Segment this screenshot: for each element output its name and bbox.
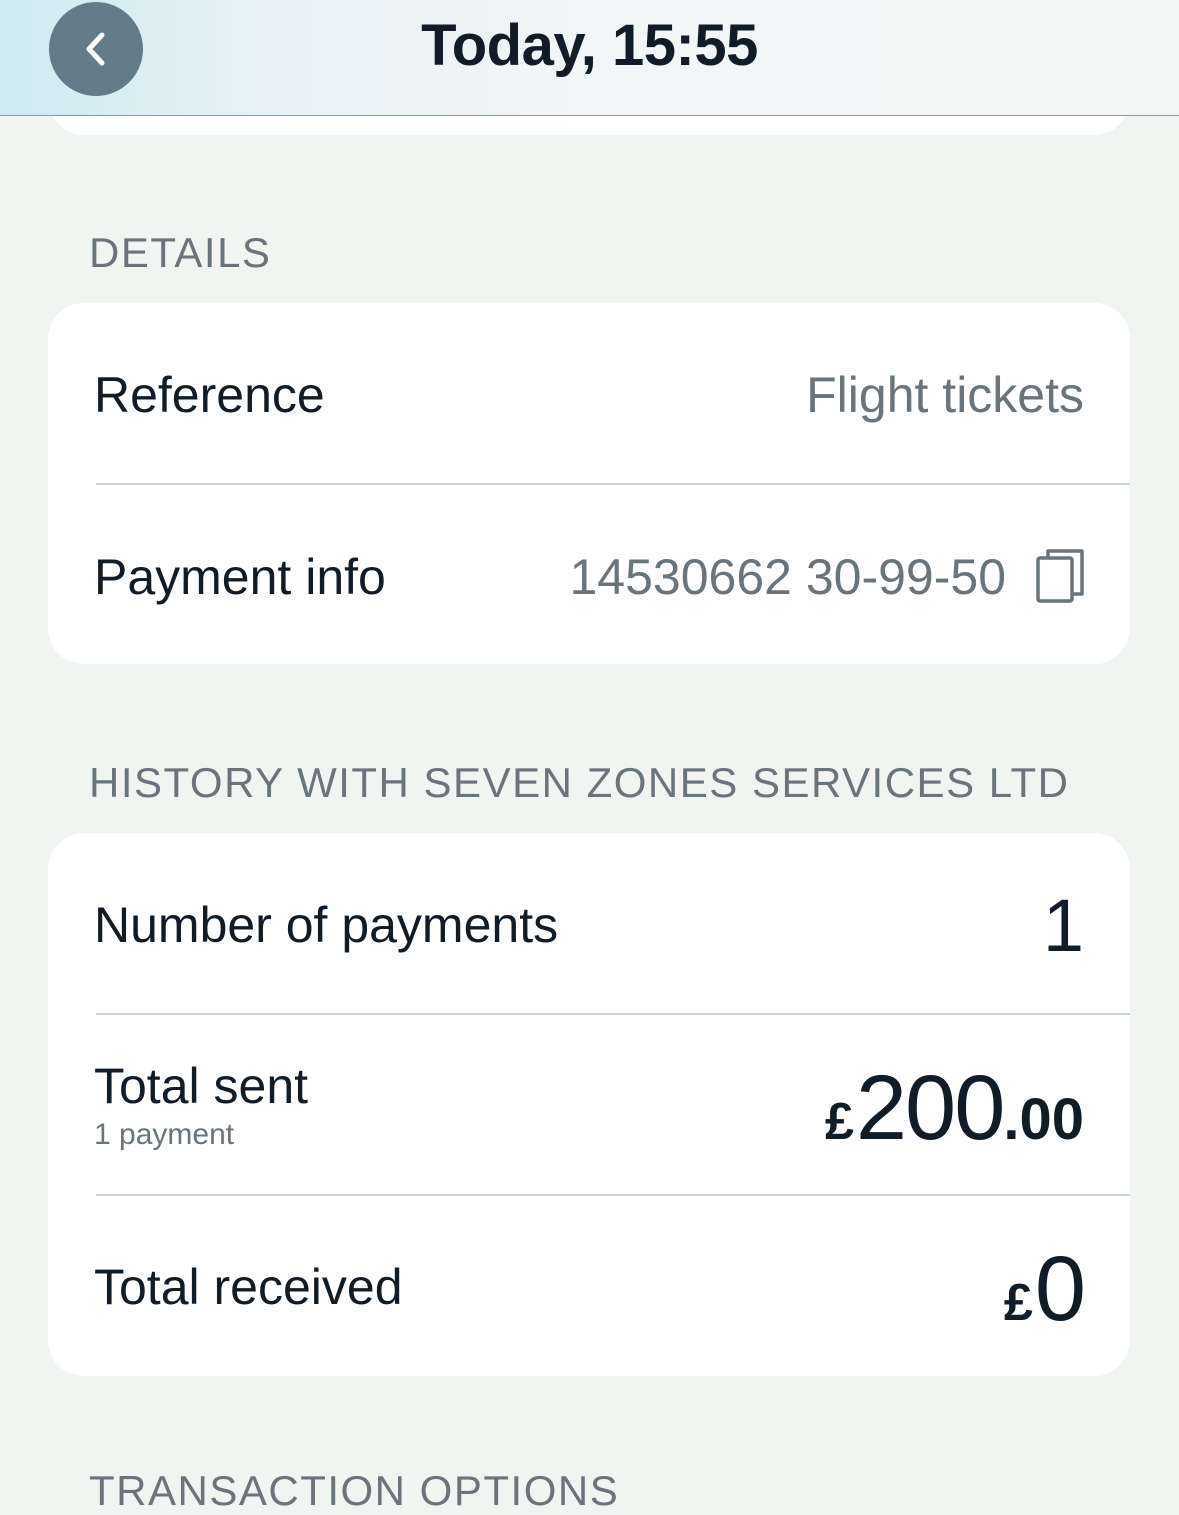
currency-symbol: £	[824, 1093, 854, 1151]
payment-info-row[interactable]: Payment info 14530662 30-99-50	[48, 484, 1130, 664]
currency-symbol: £	[1003, 1274, 1033, 1332]
details-card: Reference Flight tickets Payment info 14…	[48, 303, 1130, 664]
total-received-amount: £ 0	[1003, 1237, 1086, 1342]
details-section-label: DETAILS	[89, 229, 272, 276]
number-of-payments-value: 1	[1042, 884, 1084, 967]
copy-icon[interactable]	[1034, 547, 1086, 605]
page-title: Today, 15:55	[421, 13, 758, 78]
total-sent-label: Total sent	[94, 1058, 309, 1114]
number-of-payments-row: Number of payments 1	[48, 833, 1130, 1013]
history-section-label: HISTORY WITH SEVEN ZONES SERVICES LTD	[89, 759, 1070, 806]
total-received-row[interactable]: Total received £ 0	[48, 1195, 1130, 1376]
total-sent-row[interactable]: Total sent 1 payment £ 200 .00	[48, 1014, 1130, 1194]
transaction-options-section-label: TRANSACTION OPTIONS	[89, 1467, 620, 1514]
amount-whole: 200	[855, 1057, 1005, 1159]
total-sent-subtitle: 1 payment	[94, 1118, 235, 1151]
amount-fraction: .00	[1003, 1087, 1084, 1152]
number-of-payments-label: Number of payments	[94, 897, 559, 953]
total-sent-amount: £ 200 .00	[825, 1056, 1084, 1161]
amount-whole: 0	[1034, 1238, 1086, 1340]
payment-info-label: Payment info	[94, 549, 386, 605]
payment-info-value: 14530662 30-99-50	[569, 549, 1007, 605]
total-received-label: Total received	[94, 1259, 403, 1315]
reference-row: Reference Flight tickets	[48, 303, 1130, 483]
top-bar: Today, 15:55	[0, 0, 1179, 116]
reference-value: Flight tickets	[806, 367, 1084, 423]
history-card: Number of payments 1 Total sent 1 paymen…	[48, 833, 1130, 1376]
reference-label: Reference	[94, 367, 325, 423]
